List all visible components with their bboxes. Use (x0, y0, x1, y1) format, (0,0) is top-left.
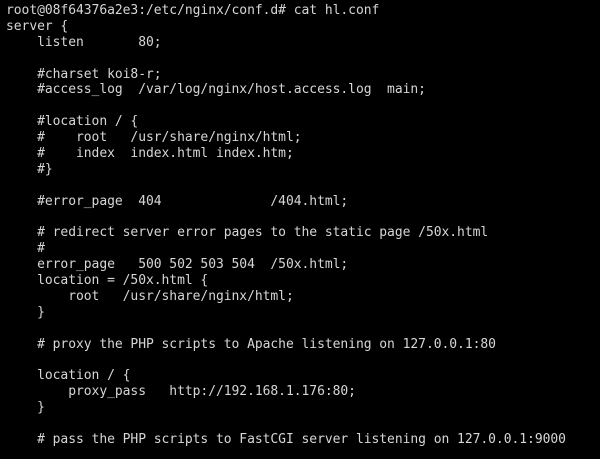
output-line: location / { (6, 368, 131, 384)
shell-prompt: root@08f64376a2e3:/etc/nginx/conf.d# (6, 3, 294, 18)
output-line: #location / { (6, 114, 139, 130)
output-line: } (6, 400, 45, 416)
output-line: listen 80; (6, 34, 162, 50)
output-line: location = /50x.html { (6, 273, 209, 289)
output-line: error_page 500 502 503 504 /50x.html; (6, 257, 349, 273)
output-line: proxy_pass http://192.168.1.176:80; (6, 384, 356, 400)
output-line: #charset koi8-r; (6, 66, 162, 82)
output-line: # (6, 241, 45, 257)
output-line: root /usr/share/nginx/html; (6, 289, 294, 305)
output-line: # redirect server error pages to the sta… (6, 225, 489, 241)
output-line: # root /usr/share/nginx/html; (6, 130, 302, 146)
shell-command: cat hl.conf (293, 3, 380, 18)
output-line: #error_page 404 /404.html; (6, 193, 349, 209)
output-line: } (6, 304, 45, 320)
output-line: # pass the PHP scripts to FastCGI server… (6, 432, 566, 448)
terminal-window[interactable]: root@08f64376a2e3:/etc/nginx/conf.d# cat… (0, 0, 600, 459)
output-line: # proxy the PHP scripts to Apache listen… (6, 336, 496, 352)
output-line: #access_log /var/log/nginx/host.access.l… (6, 82, 426, 98)
output-line: # index index.html index.htm; (6, 146, 294, 162)
output-line: #} (6, 161, 53, 177)
command-line: root@08f64376a2e3:/etc/nginx/conf.d# cat… (6, 3, 600, 19)
output-line: server { (6, 18, 69, 34)
